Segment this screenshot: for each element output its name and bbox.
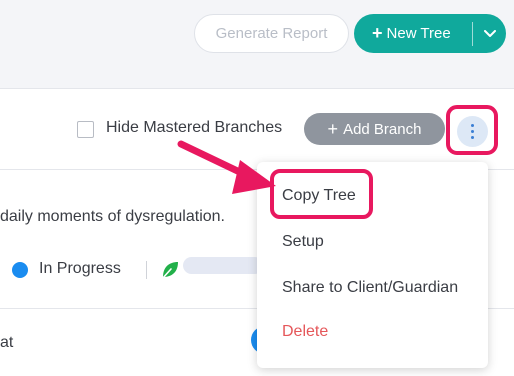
status-label: In Progress: [39, 260, 121, 277]
new-tree-button[interactable]: + New Tree: [354, 14, 472, 53]
plus-icon: +: [327, 118, 339, 139]
branch-description: daily moments of dysregulation.: [0, 208, 225, 225]
plus-icon: +: [372, 23, 383, 43]
row-text: at: [0, 334, 14, 351]
progress-bar: [183, 257, 263, 274]
copy-tree-callout-highlight: [270, 169, 373, 219]
more-options-button[interactable]: [457, 116, 488, 147]
new-tree-label: New Tree: [386, 25, 451, 42]
tree-header-row: Hide Mastered Branches + Add Branch: [0, 89, 514, 170]
vertical-dots-icon: [471, 124, 474, 127]
top-toolbar: Generate Report + New Tree: [0, 0, 514, 65]
new-tree-dropdown-button[interactable]: [473, 14, 506, 53]
divider: [146, 261, 147, 279]
generate-report-button[interactable]: Generate Report: [194, 14, 349, 53]
hide-mastered-checkbox[interactable]: [77, 121, 94, 138]
generate-report-label: Generate Report: [215, 25, 328, 42]
add-branch-button[interactable]: + Add Branch: [304, 113, 445, 145]
hide-mastered-label: Hide Mastered Branches: [106, 119, 283, 136]
menu-item-setup[interactable]: Setup: [282, 233, 324, 251]
menu-item-share[interactable]: Share to Client/Guardian: [282, 279, 458, 297]
new-tree-split-button: + New Tree: [354, 14, 506, 53]
status-indicator: [12, 262, 28, 278]
menu-item-delete[interactable]: Delete: [282, 323, 328, 341]
add-branch-label: Add Branch: [343, 120, 422, 138]
leaf-icon: [161, 262, 178, 280]
chevron-down-icon: [483, 29, 496, 37]
